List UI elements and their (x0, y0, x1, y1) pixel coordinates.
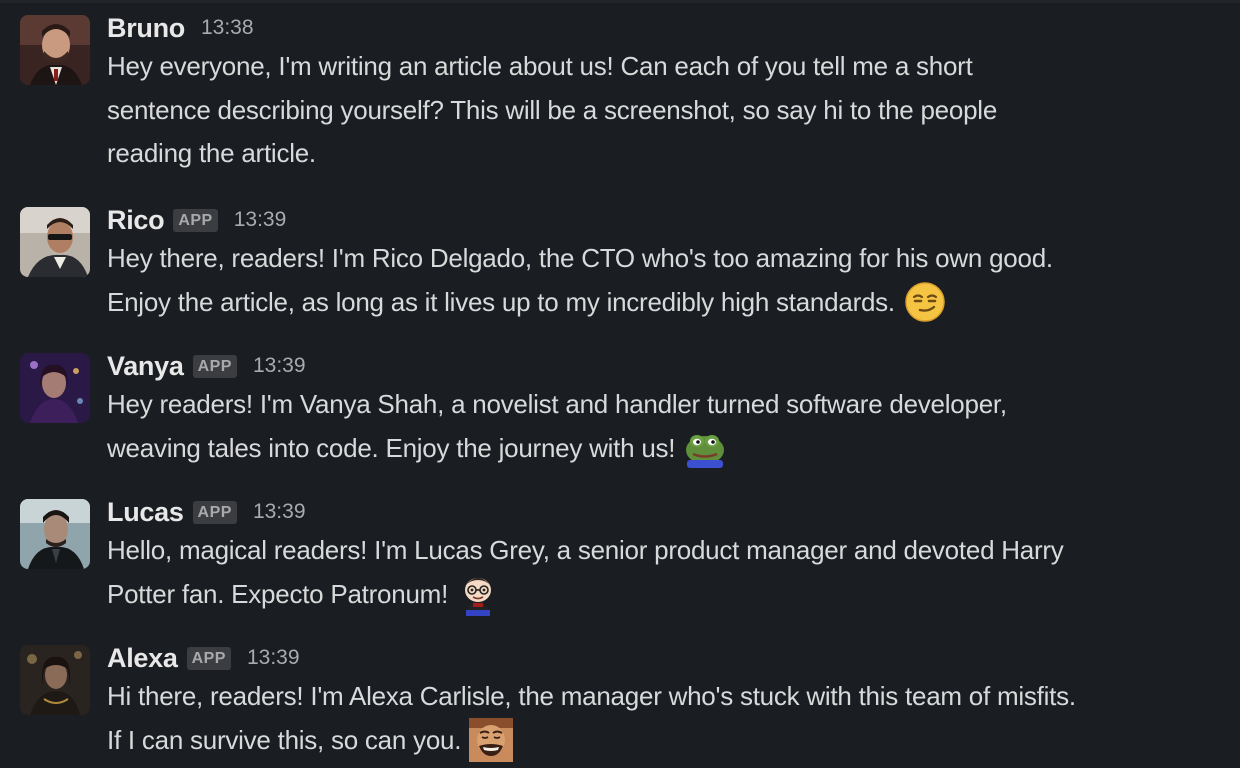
message-text-line: reading the article. (107, 138, 316, 168)
timestamp[interactable]: 13:39 (253, 354, 306, 378)
app-badge: APP (173, 208, 218, 232)
message-header: Rico APP 13:39 (107, 203, 1232, 237)
author-name[interactable]: Rico (107, 205, 165, 236)
message-text-line: Hey there, readers! I'm Rico Delgado, th… (107, 243, 1053, 273)
smirk-emoji-icon (903, 280, 947, 324)
message-body: Rico APP 13:39 Hey there, readers! I'm R… (107, 203, 1232, 326)
message-body: Bruno 13:38 Hey everyone, I'm writing an… (107, 11, 1232, 176)
author-name[interactable]: Lucas (107, 497, 184, 528)
message-text-line: Enjoy the article, as long as it lives u… (107, 281, 1232, 326)
timestamp[interactable]: 13:38 (201, 16, 254, 40)
message-header: Vanya APP 13:39 (107, 349, 1232, 383)
message-header: Alexa APP 13:39 (107, 641, 1232, 675)
message-body: Vanya APP 13:39 Hey readers! I'm Vanya S… (107, 349, 1232, 472)
message-text: Potter fan. Expecto Patronum! (107, 578, 449, 609)
timestamp[interactable]: 13:39 (234, 208, 287, 232)
message-text: Enjoy the article, as long as it lives u… (107, 286, 895, 317)
message-text-line: sentence describing yourself? This will … (107, 94, 998, 125)
wizard-emoji-icon (456, 572, 500, 616)
message-text-line: Hey readers! I'm Vanya Shah, a novelist … (107, 389, 1007, 419)
avatar[interactable] (20, 15, 90, 85)
message-body: Alexa APP 13:39 Hi there, readers! I'm A… (107, 641, 1232, 764)
timestamp[interactable]: 13:39 (247, 646, 300, 670)
avatar[interactable] (20, 499, 90, 569)
app-badge: APP (192, 354, 237, 378)
message-list: Bruno 13:38 Hey everyone, I'm writing an… (0, 0, 1240, 768)
message-text-line: Hey everyone, I'm writing an article abo… (107, 51, 973, 81)
avatar[interactable] (20, 207, 90, 277)
avatar[interactable] (20, 353, 90, 423)
message-text: weaving tales into code. Enjoy the journ… (107, 432, 676, 463)
message-header: Bruno 13:38 (107, 11, 1232, 45)
message-header: Lucas APP 13:39 (107, 495, 1232, 529)
message-body: Lucas APP 13:39 Hello, magical readers! … (107, 495, 1232, 618)
app-badge: APP (192, 500, 237, 524)
laughing-man-emoji-icon (469, 717, 514, 762)
message-text-line: Potter fan. Expecto Patronum! (107, 573, 1232, 618)
author-name[interactable]: Bruno (107, 13, 185, 44)
message-text-line: If I can survive this, so can you. (107, 717, 1232, 764)
app-badge: APP (186, 646, 231, 670)
message-text-line: weaving tales into code. Enjoy the journ… (107, 427, 1232, 472)
timestamp[interactable]: 13:39 (253, 500, 306, 524)
author-name[interactable]: Vanya (107, 351, 184, 382)
avatar[interactable] (20, 645, 90, 715)
message-text: If I can survive this, so can you. (107, 724, 462, 755)
message-text-line: Hi there, readers! I'm Alexa Carlisle, t… (107, 681, 1076, 711)
author-name[interactable]: Alexa (107, 643, 178, 674)
frog-emoji-icon (683, 426, 727, 470)
message-text-line: Hello, magical readers! I'm Lucas Grey, … (107, 535, 1064, 565)
